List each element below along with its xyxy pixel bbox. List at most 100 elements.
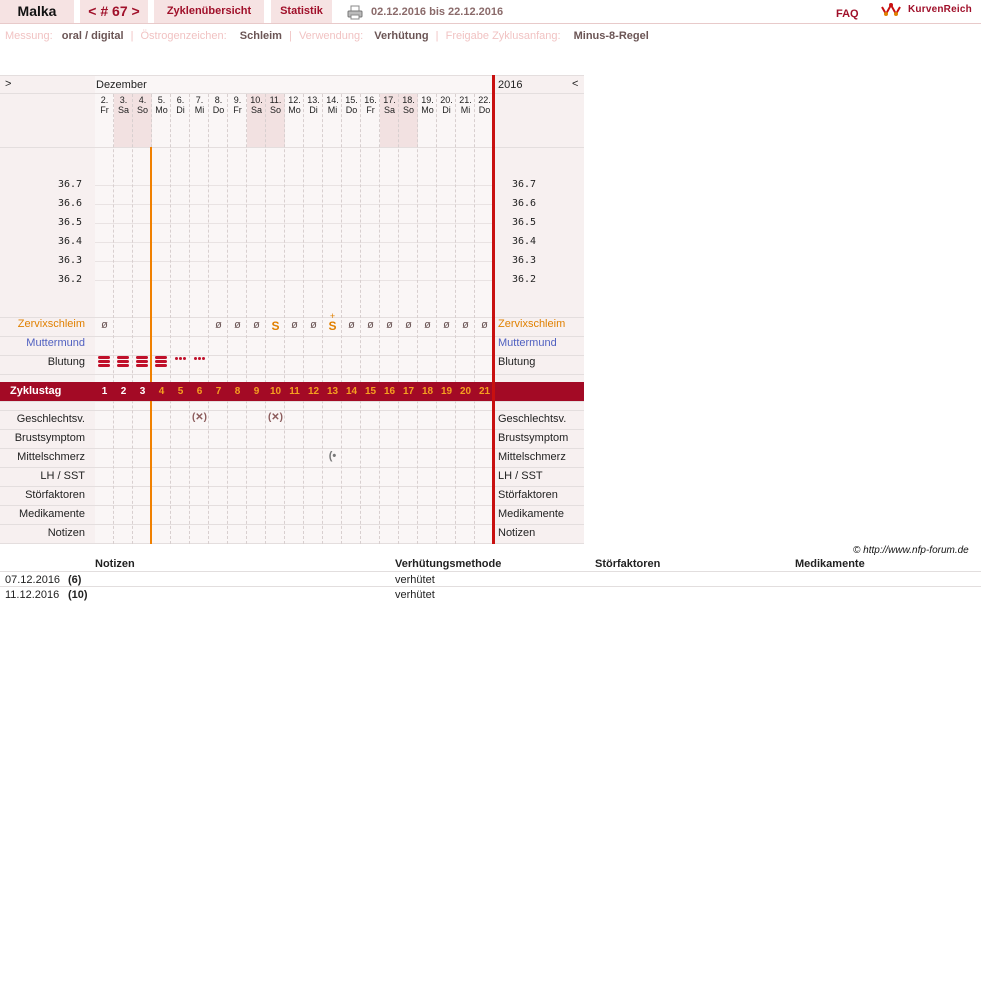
- day-grid-line: [132, 94, 133, 544]
- row-label-notes: Notizen: [47, 527, 85, 539]
- temp-label: 36.7: [58, 179, 83, 190]
- grid-line: [0, 336, 584, 337]
- cycle-day-number: 9: [253, 386, 260, 397]
- day-header: 8. Do: [212, 95, 225, 115]
- day-header: 16. Fr: [364, 95, 377, 115]
- bleeding-light-dot: [202, 357, 205, 360]
- estrogen-label: Östrogenzeichen:: [140, 30, 227, 42]
- mucus-mark: ø: [310, 319, 317, 331]
- mucus-plus: +: [329, 311, 336, 321]
- mucus-mark-s: S: [328, 319, 337, 333]
- row-label-meds-right: Medikamente: [498, 508, 565, 520]
- temp-grid-line: [95, 185, 492, 186]
- row-label-lh-right: LH / SST: [498, 470, 543, 482]
- tab-statistics[interactable]: Statistik: [271, 0, 332, 23]
- day-header: 15. Do: [345, 95, 358, 115]
- day-header: 21. Mi: [459, 95, 472, 115]
- mucus-mark: ø: [253, 319, 260, 331]
- table-divider: [0, 586, 981, 587]
- grid-line: [0, 355, 584, 356]
- row-label-breast: Brustsymptom: [14, 432, 85, 444]
- cycle-day-number: 4: [158, 386, 165, 397]
- grid-line: [0, 147, 584, 148]
- grid-line: [0, 429, 584, 430]
- bleeding-light-dot: [183, 357, 186, 360]
- row-label-meds: Medikamente: [18, 508, 85, 520]
- nav-next-arrow[interactable]: <: [572, 78, 578, 90]
- row-label-mucus-right: Zervixschleim: [498, 318, 566, 330]
- faq-link[interactable]: FAQ: [836, 8, 859, 20]
- grid-line: [0, 93, 584, 94]
- day-header: 14. Mi: [326, 95, 339, 115]
- logo-icon[interactable]: [880, 2, 902, 18]
- mucus-mark: ø: [291, 319, 298, 331]
- grid-line: [0, 543, 584, 544]
- usage-label: Verwendung:: [298, 30, 364, 42]
- cycle-nav[interactable]: < # 67 >: [80, 0, 148, 23]
- bleeding-strong-mark: [98, 360, 110, 363]
- estrogen-value: Schleim: [239, 30, 282, 42]
- day-header: 20. Di: [440, 95, 453, 115]
- release-label: Freigabe Zyklusanfang:: [445, 30, 561, 42]
- temp-label: 36.5: [58, 217, 83, 228]
- day-header: 5. Mo: [155, 95, 168, 115]
- table-row-date: 07.12.2016: [5, 574, 61, 586]
- table-row-day: (10): [68, 589, 88, 601]
- nav-prev-arrow[interactable]: >: [5, 78, 11, 90]
- cycle-day-number: 14: [345, 386, 358, 397]
- grid-line: [0, 467, 584, 468]
- mucus-mark: ø: [386, 319, 393, 331]
- day-grid-line: [189, 94, 190, 544]
- cycle-day-number: 3: [139, 386, 146, 397]
- table-row-day: (6): [68, 574, 82, 586]
- year-label: 2016: [498, 79, 523, 91]
- printer-icon[interactable]: [347, 5, 363, 20]
- date-range: 02.12.2016 bis 22.12.2016: [371, 6, 504, 18]
- row-label-disturb-right: Störfaktoren: [498, 489, 558, 501]
- cycle-day-number: 18: [421, 386, 434, 397]
- row-label-mucus: Zervixschleim: [17, 318, 85, 330]
- cycle-day-number: 11: [289, 386, 300, 397]
- mucus-mark-s: S: [271, 319, 280, 333]
- day-header: 4. So: [136, 95, 148, 115]
- temp-label: 36.6: [58, 198, 83, 209]
- chart-days-area: [95, 75, 492, 544]
- user-name[interactable]: Malka: [0, 0, 74, 23]
- row-label-breast-right: Brustsymptom: [498, 432, 569, 444]
- mucus-mark: ø: [101, 319, 108, 331]
- bleeding-strong-mark: [117, 360, 129, 363]
- bleeding-strong-mark: [136, 356, 148, 359]
- bleeding-strong-mark: [155, 364, 167, 367]
- usage-value: Verhütung: [374, 30, 429, 42]
- bleeding-strong-mark: [117, 356, 129, 359]
- row-label-bleeding: Blutung: [47, 356, 85, 368]
- copyright[interactable]: © http://www.nfp-forum.de: [853, 545, 969, 556]
- cycle-day-number: 2: [120, 386, 127, 397]
- bleeding-light-dot: [194, 357, 197, 360]
- cycle-day-number: 15: [364, 386, 377, 397]
- separator: |: [435, 30, 439, 42]
- tab-cycle-overview[interactable]: Zyklenübersicht: [154, 0, 264, 23]
- row-label-pain: Mittelschmerz: [17, 451, 85, 463]
- cycle-day-number: 6: [196, 386, 203, 397]
- cycle-day-number: 5: [177, 386, 184, 397]
- mucus-mark: ø: [215, 319, 222, 331]
- day-header: 11. So: [269, 95, 282, 115]
- mucus-mark: ø: [405, 319, 412, 331]
- cycle-start-line: [150, 401, 152, 544]
- day-header: 6. Di: [176, 95, 185, 115]
- day-header: 7. Mi: [194, 95, 205, 115]
- header-divider: [0, 23, 981, 24]
- day-header: 2. Fr: [100, 95, 109, 115]
- grid-line: [0, 448, 584, 449]
- temp-label-right: 36.3: [512, 255, 537, 266]
- mucus-mark: ø: [424, 319, 431, 331]
- row-label-sex: Geschlechtsv.: [16, 413, 85, 425]
- day-header: 13. Di: [307, 95, 320, 115]
- mucus-mark: ø: [367, 319, 374, 331]
- logo-text[interactable]: KurvenReich: [908, 4, 972, 15]
- grid-line: [0, 317, 584, 318]
- day-header: 9. Fr: [233, 95, 242, 115]
- row-label-pain-right: Mittelschmerz: [498, 451, 566, 463]
- row-label-notes-right: Notizen: [498, 527, 536, 539]
